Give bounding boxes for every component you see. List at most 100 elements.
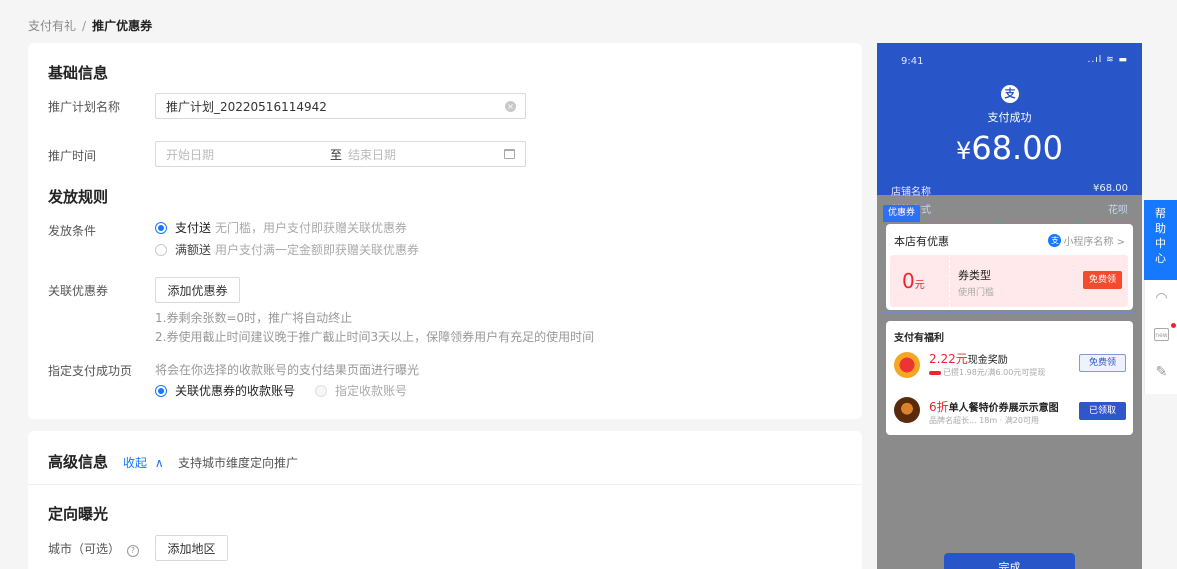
target-title: 定向曝光	[48, 505, 109, 523]
plan-name-value: 推广计划_20220516114942	[166, 99, 327, 114]
coupon-threshold: 使用门槛	[958, 288, 995, 298]
mini-app-link: 支小程序名称 >	[1048, 233, 1125, 248]
condition-option-threshold[interactable]: 满额送 用户支付满一定金额即获赠关联优惠券	[155, 241, 419, 258]
chevron-up-icon: ∧	[154, 456, 164, 470]
clear-icon[interactable]: ×	[505, 101, 516, 112]
preview-time: 9:41	[901, 56, 924, 67]
condition-pay-label: 支付送	[175, 221, 212, 235]
breadcrumb-separator: /	[82, 19, 87, 33]
welfare-title: 支付有福利	[894, 333, 944, 344]
divider	[28, 484, 862, 485]
red-envelope-icon	[894, 352, 920, 378]
page-options: 关联优惠券的收款账号 指定收款账号	[155, 382, 407, 399]
page-option-specified: 指定收款账号	[335, 384, 408, 398]
edit-icon[interactable]: ✎	[1153, 364, 1170, 381]
add-coupon-button[interactable]: 添加优惠券	[155, 277, 240, 303]
mini-app-name: 小程序名称 >	[1063, 237, 1125, 248]
date-range-picker[interactable]: 开始日期 至 结束日期	[155, 141, 526, 167]
radio-checked-icon[interactable]	[155, 221, 167, 234]
preview-store-value: ¥68.00	[1093, 183, 1128, 194]
welfare-cash-amount: 2.22元	[929, 352, 968, 366]
welfare-cash-sub: 已攒1.98元/满6.00元可提现	[929, 367, 1045, 378]
store-coupon-title: 本店有优惠	[894, 235, 949, 248]
preview-amount: ¥68.00	[877, 129, 1142, 167]
welfare-cash: 2.22元现金奖励	[929, 350, 1008, 367]
preview-pay-row: 付款方式 花呗	[891, 201, 1128, 216]
welfare-card: 支付有福利 2.22元现金奖励 已攒1.98元/满6.00元可提现 免费领 6折…	[886, 321, 1133, 435]
status-bar-icons: ..ıl ≋ ▬	[1087, 55, 1128, 65]
welfare-meal: 6折单人餐特价券展示示意图	[929, 398, 1059, 415]
end-date-input[interactable]: 结束日期	[348, 146, 396, 163]
preview-store-label: 店铺名称	[891, 187, 931, 198]
basic-info-title: 基础信息	[48, 64, 109, 82]
welfare-meal-title: 单人餐特价券展示示意图	[948, 403, 1059, 414]
page-desc: 将会在你选择的收款账号的支付结果页面进行曝光	[155, 363, 420, 377]
coupon-item: 0元 券类型 使用门槛 免费领	[890, 255, 1128, 307]
welfare-meal-button: 已领取	[1078, 402, 1126, 420]
collapse-label: 收起	[123, 456, 148, 470]
collapse-toggle[interactable]: 收起 ∧	[123, 454, 164, 471]
progress-bar	[929, 370, 941, 375]
help-center-button[interactable]: 帮助中心	[1144, 200, 1177, 280]
condition-option-pay[interactable]: 支付送 无门槛，用户支付即获赠关联优惠券	[155, 219, 407, 236]
time-label: 推广时间	[48, 149, 97, 163]
breadcrumb-parent[interactable]: 支付有礼	[28, 19, 76, 33]
advanced-info-card: 高级信息 收起 ∧ 支持城市维度定向推广 定向曝光 城市（可选） ? 添加地区	[28, 431, 862, 569]
store-coupon-card: 本店有优惠 支小程序名称 > 0元 券类型 使用门槛 免费领	[886, 224, 1133, 310]
welfare-cash-title: 现金奖励	[967, 355, 1008, 366]
help-circle-icon[interactable]: ?	[126, 545, 139, 557]
service-icon[interactable]: ◠	[1153, 290, 1170, 307]
date-range-separator: 至	[330, 147, 343, 162]
advanced-title: 高级信息	[48, 453, 109, 471]
coupon-note-1: 1.券剩余张数=0时，推广将自动终止	[155, 311, 353, 325]
calendar-icon	[504, 149, 515, 159]
preview-store-row: 店铺名称 ¥68.00	[891, 183, 1128, 198]
preview-done-button: 完成	[944, 553, 1075, 569]
coupon-amount-unit: 元	[914, 280, 925, 291]
plan-name-label: 推广计划名称	[48, 100, 121, 114]
radio-checked-icon[interactable]	[155, 384, 167, 397]
preview-currency: ¥	[956, 137, 972, 165]
city-label-text: 城市（可选）	[48, 542, 121, 556]
radio-disabled-icon	[315, 384, 328, 397]
preview-amount-value: 68.00	[971, 129, 1063, 167]
coupon-note-2: 2.券使用截止时间建议晚于推广截止时间3天以上，保障领券用户有充足的使用时间	[155, 330, 595, 344]
new-icon[interactable]: new	[1154, 328, 1169, 341]
basic-info-card: 基础信息 推广计划名称 推广计划_20220516114942 × 推广时间 开…	[28, 43, 862, 419]
condition-label: 发放条件	[48, 224, 97, 238]
coupon-amount-value: 0	[902, 269, 915, 293]
coupon-type: 券类型	[958, 269, 991, 282]
breadcrumb: 支付有礼 / 推广优惠券	[28, 17, 152, 34]
coupon-divider	[949, 255, 950, 307]
breadcrumb-current: 推广优惠券	[92, 19, 153, 33]
coupon-amount: 0元	[902, 269, 925, 293]
payment-page-preview: 9:41 ..ıl ≋ ▬ 支 支付成功 ¥68.00 店铺名称 ¥68.00 …	[877, 43, 1142, 569]
welfare-cash-sub-text: 已攒1.98元/满6.00元可提现	[943, 368, 1046, 377]
welfare-meal-sub: 品牌名超长... 18m · 满20可用	[929, 416, 1039, 425]
add-region-button[interactable]: 添加地区	[155, 535, 228, 561]
welfare-cash-button: 免费领	[1078, 354, 1126, 372]
condition-threshold-desc: 用户支付满一定金额即获赠关联优惠券	[215, 243, 420, 257]
page-option-linked[interactable]: 关联优惠券的收款账号	[175, 382, 295, 399]
plan-name-input[interactable]: 推广计划_20220516114942 ×	[155, 93, 526, 119]
preview-header: 9:41 ..ıl ≋ ▬ 支 支付成功 ¥68.00	[877, 43, 1142, 195]
condition-threshold-label: 满额送	[175, 243, 212, 257]
notification-dot	[1171, 323, 1176, 328]
condition-pay-desc: 无门槛，用户支付即获赠关联优惠券	[215, 221, 408, 235]
help-center-label: 帮助中心	[1155, 207, 1166, 265]
preview-success-text: 支付成功	[987, 111, 1032, 124]
start-date-input[interactable]: 开始日期	[166, 146, 330, 163]
advanced-desc: 支持城市维度定向推广	[178, 456, 299, 470]
city-label: 城市（可选） ?	[48, 540, 139, 557]
alipay-logo-icon: 支	[1001, 85, 1019, 103]
float-toolbar: ◠ new ✎	[1144, 280, 1177, 394]
alipay-mini-icon: 支	[1048, 234, 1062, 247]
food-icon	[894, 397, 920, 423]
rules-title: 发放规则	[48, 188, 109, 206]
coupon-get-button: 免费领	[1082, 271, 1122, 289]
preview-pay-value: 花呗	[1108, 205, 1128, 216]
radio-unchecked-icon[interactable]	[155, 243, 167, 256]
welfare-meal-discount: 6折	[929, 400, 949, 414]
page-label: 指定支付成功页	[48, 364, 133, 378]
coupon-tag: 优惠券	[883, 205, 921, 222]
